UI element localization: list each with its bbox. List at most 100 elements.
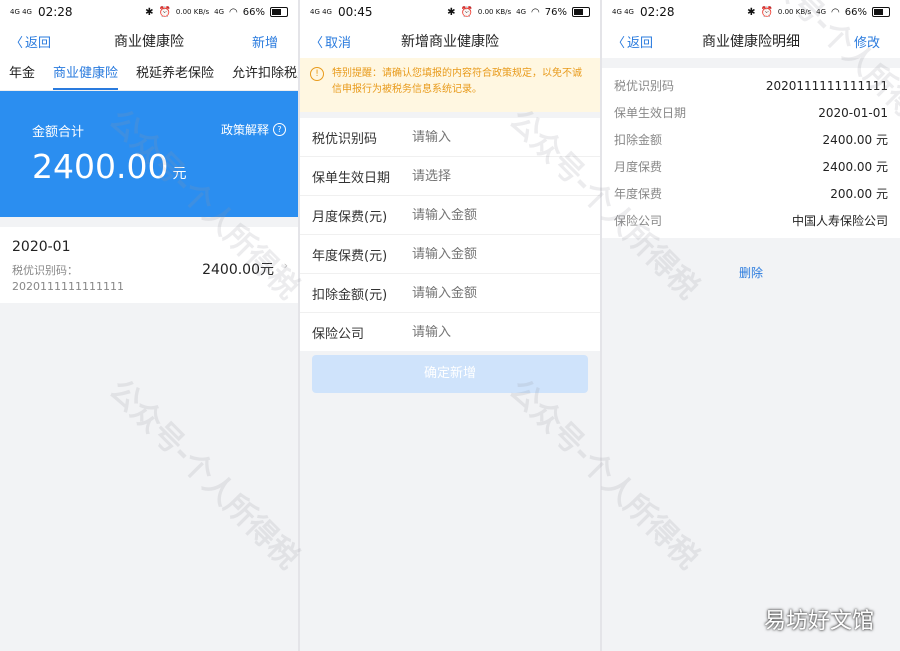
field-label: 扣除金额(元) [312, 287, 388, 303]
detail-row: 扣除金额 2400.00 元 [602, 126, 900, 153]
add-button[interactable]: 新增 [252, 32, 278, 51]
detail-row: 税优识别码 2020111111111111 [602, 72, 900, 99]
detail-list: 税优识别码 2020111111111111 保单生效日期 2020-01-01 扣… [602, 68, 900, 238]
cancel-label: 取消 [325, 35, 352, 51]
detail-label: 年度保费 [614, 187, 663, 201]
total-label: 金额合计 [32, 125, 85, 140]
signal-icon: 4G 4G [612, 8, 634, 16]
total-banner: 金额合计 政策解释? 2400.00 元 [0, 91, 298, 217]
tab-annuity[interactable]: 年金 [0, 58, 44, 90]
record-amount: 2400.00元 [202, 262, 274, 278]
delete-button[interactable]: 删除 [602, 264, 900, 281]
detail-row: 保单生效日期 2020-01-01 [602, 99, 900, 126]
back-button[interactable]: 〈返回 [612, 32, 653, 51]
record-month: 2020-01 [12, 239, 71, 255]
panel-health-insurance-list: 4G 4G 02:28 ✱ ⏰ 0.00 KB/s 4G ◠ 66% 〈返回 商… [0, 0, 298, 651]
detail-value: 2020111111111111 [765, 78, 888, 93]
wifi-icon: ◠ [229, 6, 238, 18]
warning-notice: ! 特别提醒：请确认您填报的内容符合政策规定，以免不诚信申报行为被税务信息系统记… [300, 58, 600, 112]
status-time: 02:28 [37, 5, 73, 19]
edit-button[interactable]: 修改 [854, 32, 880, 51]
battery-percent: 66% [242, 6, 265, 18]
back-label: 返回 [627, 35, 654, 51]
detail-row: 年度保费 200.00 元 [602, 180, 900, 207]
battery-icon [872, 7, 890, 17]
bluetooth-icon: ✱ [447, 6, 456, 18]
alarm-icon: ⏰ [760, 6, 773, 18]
add-form: 税优识别码 保单生效日期 月度保费(元) 年度保费(元) 扣除金额(元) 保险公… [300, 118, 600, 351]
nav-bar: 〈取消 新增商业健康险 [300, 24, 600, 58]
field-label: 月度保费(元) [312, 209, 388, 225]
field-label: 保险公司 [312, 326, 365, 342]
wifi-icon: ◠ [831, 6, 840, 18]
battery-icon [270, 7, 288, 17]
record-list-item[interactable]: 2020-01 税优识别码： 2020111111111111 2400.00元… [0, 227, 298, 303]
tab-commercial-health[interactable]: 商业健康险 [44, 58, 127, 90]
battery-percent: 76% [544, 6, 567, 18]
policy-link[interactable]: 政策解释? [221, 121, 286, 138]
policy-label: 政策解释 [220, 123, 269, 137]
annual-premium-input[interactable] [412, 246, 582, 262]
record-code: 2020111111111111 [12, 280, 124, 293]
signal-icon: 4G 4G [310, 8, 332, 16]
chevron-left-icon: 〈 [310, 35, 324, 51]
signal-icon: 4G 4G [10, 8, 32, 16]
total-amount-value: 2400.00 [32, 147, 169, 186]
bluetooth-icon: ✱ [747, 6, 756, 18]
battery-percent: 66% [844, 6, 867, 18]
notice-text: 特别提醒：请确认您填报的内容符合政策规定，以免不诚信申报行为被税务信息系统记录。 [332, 68, 582, 95]
detail-label: 月度保费 [614, 160, 663, 174]
wifi-icon: ◠ [531, 6, 540, 18]
detail-value: 2400.00 元 [822, 133, 888, 147]
field-label: 税优识别码 [312, 131, 378, 147]
field-label: 年度保费(元) [312, 248, 388, 264]
status-bar: 4G 4G 02:28 ✱ ⏰ 0.00 KB/s 4G ◠ 66% [602, 0, 900, 24]
tab-bar: 年金 商业健康险 税延养老保险 允许扣除税费 [0, 58, 298, 91]
detail-value: 中国人寿保险公司 [791, 214, 888, 228]
cancel-button[interactable]: 〈取消 [310, 32, 351, 51]
record-code-label: 税优识别码： [12, 264, 78, 277]
detail-label: 扣除金额 [614, 133, 663, 147]
form-row-monthly-premium: 月度保费(元) [300, 196, 600, 235]
question-icon: ? [273, 123, 286, 136]
chevron-right-icon: › [283, 259, 288, 272]
status-bar: 4G 4G 02:28 ✱ ⏰ 0.00 KB/s 4G ◠ 66% [0, 0, 298, 24]
chevron-left-icon: 〈 [612, 35, 626, 51]
tax-code-input[interactable] [412, 129, 582, 145]
alarm-icon: ⏰ [158, 6, 171, 18]
tab-tax-deferred-pension[interactable]: 税延养老保险 [127, 58, 223, 90]
monthly-premium-input[interactable] [412, 207, 582, 223]
panel-add-health-insurance: 4G 4G 00:45 ✱ ⏰ 0.00 KB/s 4G ◠ 76% 〈取消 新… [300, 0, 600, 651]
net-speed: 0.00 KB/s [175, 8, 210, 16]
effective-date-picker[interactable] [412, 168, 582, 184]
detail-label: 税优识别码 [614, 79, 675, 93]
nav-bar: 〈返回 商业健康险明细 修改 [602, 24, 900, 58]
lte-label: 4G [816, 8, 827, 16]
detail-value: 2400.00 元 [822, 160, 888, 174]
detail-label: 保险公司 [614, 214, 663, 228]
lte-label: 4G [516, 8, 527, 16]
deduction-amount-input[interactable] [412, 285, 582, 301]
confirm-add-button[interactable]: 确定新增 [312, 355, 588, 393]
alarm-icon: ⏰ [460, 6, 473, 18]
corner-watermark: 易坊好文馆 [763, 609, 874, 634]
detail-label: 保单生效日期 [614, 106, 687, 120]
field-label: 保单生效日期 [312, 170, 391, 186]
insurer-input[interactable] [412, 324, 582, 340]
warning-icon: ! [310, 67, 324, 81]
tab-deductible-taxes[interactable]: 允许扣除税费 [223, 58, 298, 90]
form-row-deduction: 扣除金额(元) [300, 274, 600, 313]
net-speed: 0.00 KB/s [777, 8, 812, 16]
detail-value: 2020-01-01 [818, 105, 888, 120]
status-bar: 4G 4G 00:45 ✱ ⏰ 0.00 KB/s 4G ◠ 76% [300, 0, 600, 24]
form-row-tax-code: 税优识别码 [300, 118, 600, 157]
form-row-effective-date: 保单生效日期 [300, 157, 600, 196]
form-row-insurer: 保险公司 [300, 313, 600, 351]
back-button[interactable]: 〈返回 [10, 32, 51, 51]
panel-health-insurance-detail: 4G 4G 02:28 ✱ ⏰ 0.00 KB/s 4G ◠ 66% 〈返回 商… [602, 0, 900, 651]
battery-icon [572, 7, 590, 17]
back-label: 返回 [25, 35, 52, 51]
form-row-annual-premium: 年度保费(元) [300, 235, 600, 274]
lte-label: 4G [214, 8, 225, 16]
net-speed: 0.00 KB/s [477, 8, 512, 16]
